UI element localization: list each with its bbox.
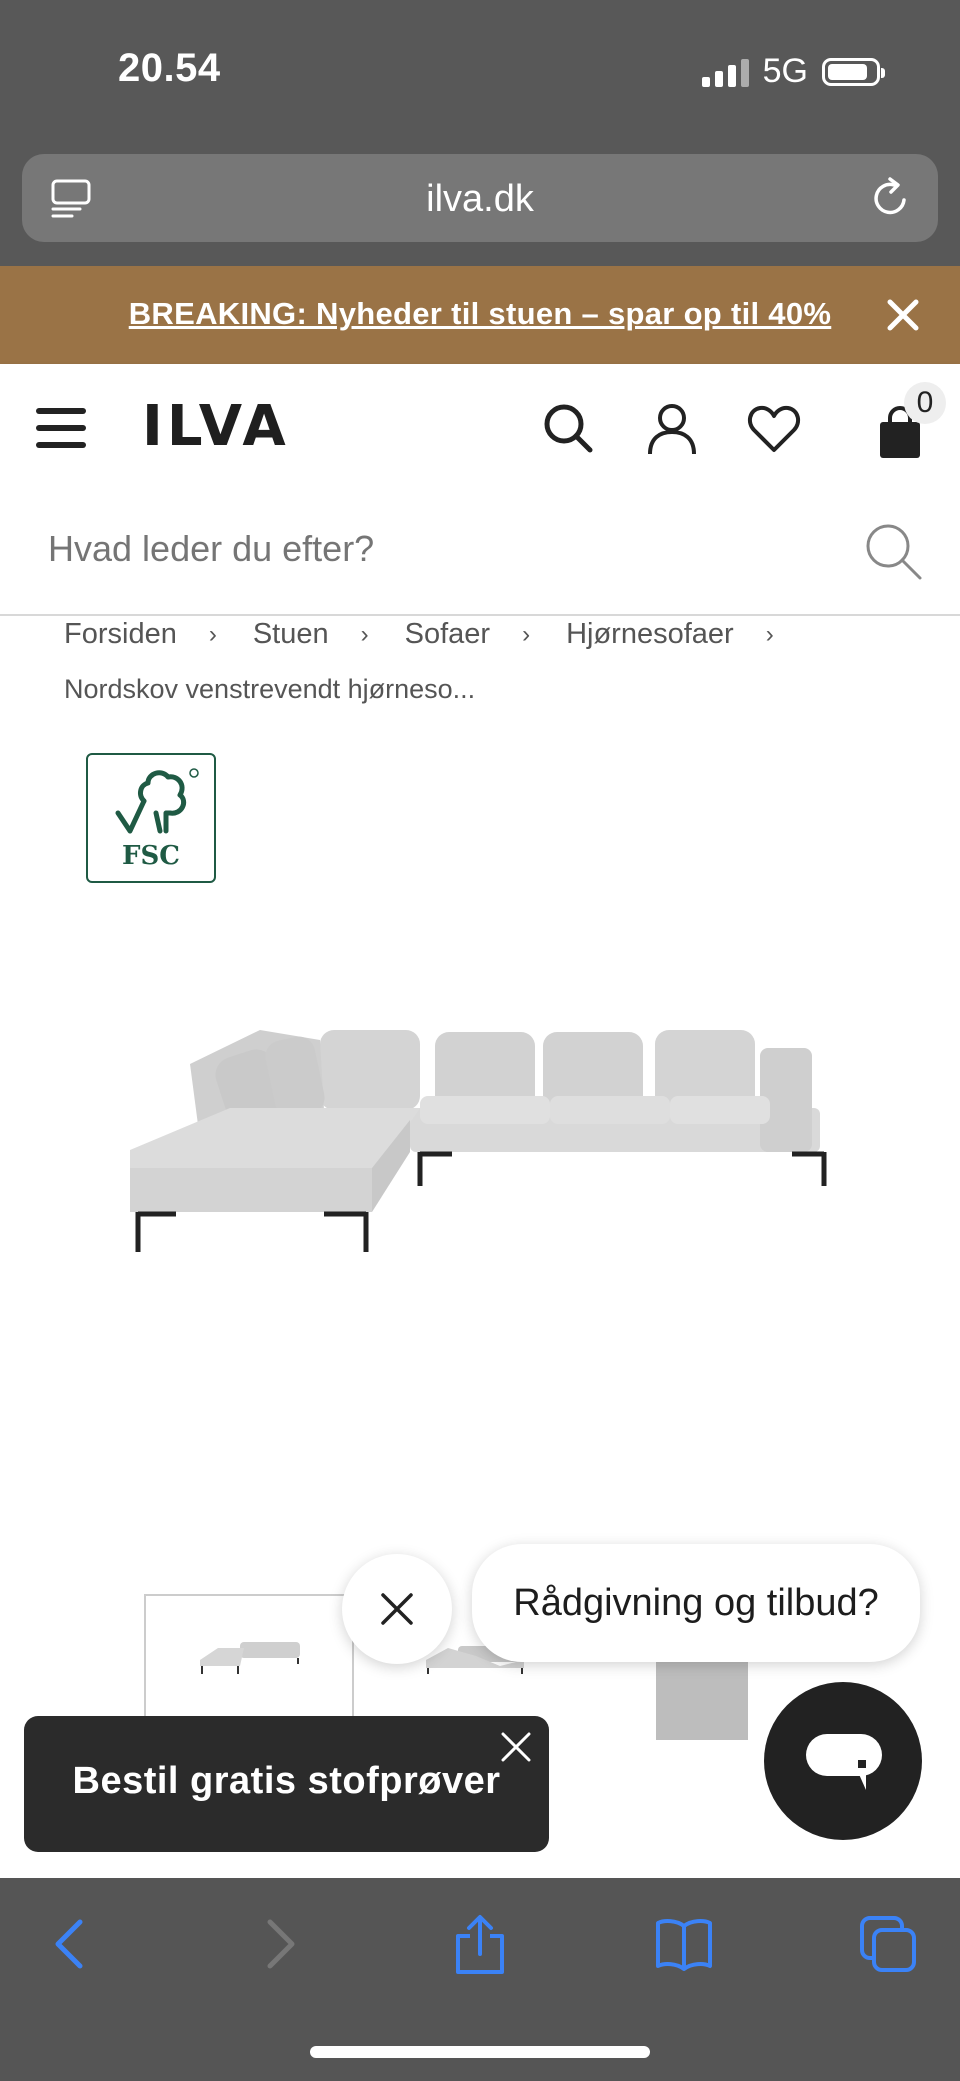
reload-icon[interactable] <box>868 176 912 220</box>
chat-icon <box>806 1734 882 1790</box>
user-icon[interactable] <box>644 400 700 456</box>
breadcrumb-item-forsiden[interactable]: Forsiden <box>64 618 177 651</box>
network-label: 5G <box>762 52 808 90</box>
site-header: ILVA 0 <box>0 364 960 490</box>
fsc-tree-icon <box>115 768 199 834</box>
browser-toolbar <box>0 1878 960 2081</box>
product-thumbnail-selected[interactable] <box>144 1594 354 1724</box>
cart-count-badge: 0 <box>904 382 946 424</box>
url-text[interactable]: ilva.dk <box>22 178 938 221</box>
ilva-logo[interactable]: ILVA <box>142 394 290 459</box>
browser-top-chrome: 20.54 5G ilva.dk <box>0 0 960 266</box>
promo-banner-link[interactable]: BREAKING: Nyheder til stuen – spar op ti… <box>0 296 960 332</box>
product-thumbnail[interactable] <box>656 1660 748 1740</box>
close-icon[interactable] <box>499 1730 533 1764</box>
menu-icon[interactable] <box>36 408 86 448</box>
breadcrumb-item-stuen[interactable]: Stuen <box>253 618 329 651</box>
home-indicator <box>310 2046 650 2058</box>
chat-prompt-bubble[interactable]: Rådgivning og tilbud? <box>472 1544 920 1662</box>
close-icon <box>381 1593 413 1625</box>
search-icon[interactable] <box>540 400 596 456</box>
breadcrumb-item-hjornesofaer[interactable]: Hjørnesofaer <box>566 618 734 651</box>
breadcrumb-separator: › <box>522 620 531 648</box>
battery-icon <box>822 57 885 86</box>
fsc-badge: FSC <box>86 753 216 883</box>
fabric-samples-toast[interactable]: Bestil gratis stofprøver <box>24 1716 549 1852</box>
breadcrumb: Forsiden › Stuen › Sofaer › Hjørnesofaer… <box>64 618 810 651</box>
chat-close-button[interactable] <box>342 1554 452 1664</box>
cart-button[interactable]: 0 <box>862 382 946 472</box>
thumbnail-image <box>200 1642 300 1674</box>
chat-prompt-text: Rådgivning og tilbud? <box>513 1582 879 1624</box>
breadcrumb-separator: › <box>360 620 369 648</box>
breadcrumb-separator: › <box>765 620 774 648</box>
share-icon[interactable] <box>450 1914 510 1974</box>
product-image[interactable] <box>110 1000 850 1280</box>
status-time: 20.54 <box>118 46 221 90</box>
fsc-label: FSC <box>122 841 180 871</box>
search-bar <box>0 490 960 616</box>
forward-icon[interactable] <box>248 1914 308 1974</box>
chat-launcher-button[interactable] <box>764 1682 922 1840</box>
breadcrumb-separator: › <box>208 620 217 648</box>
search-icon[interactable] <box>862 520 924 582</box>
tabs-icon[interactable] <box>858 1914 918 1974</box>
breadcrumb-current: Nordskov venstrevendt hjørneso... <box>64 674 476 704</box>
url-bar[interactable]: ilva.dk <box>22 154 938 242</box>
signal-icon <box>701 57 749 87</box>
promo-banner[interactable]: BREAKING: Nyheder til stuen – spar op ti… <box>0 266 960 364</box>
breadcrumb-item-sofaer[interactable]: Sofaer <box>405 618 490 651</box>
close-icon[interactable] <box>886 298 920 332</box>
toast-text: Bestil gratis stofprøver <box>72 1760 501 1802</box>
back-icon[interactable] <box>42 1914 102 1974</box>
search-input[interactable] <box>48 528 828 570</box>
heart-icon[interactable] <box>746 400 802 456</box>
bookmarks-icon[interactable] <box>654 1914 714 1974</box>
status-indicators: 5G <box>701 52 885 91</box>
